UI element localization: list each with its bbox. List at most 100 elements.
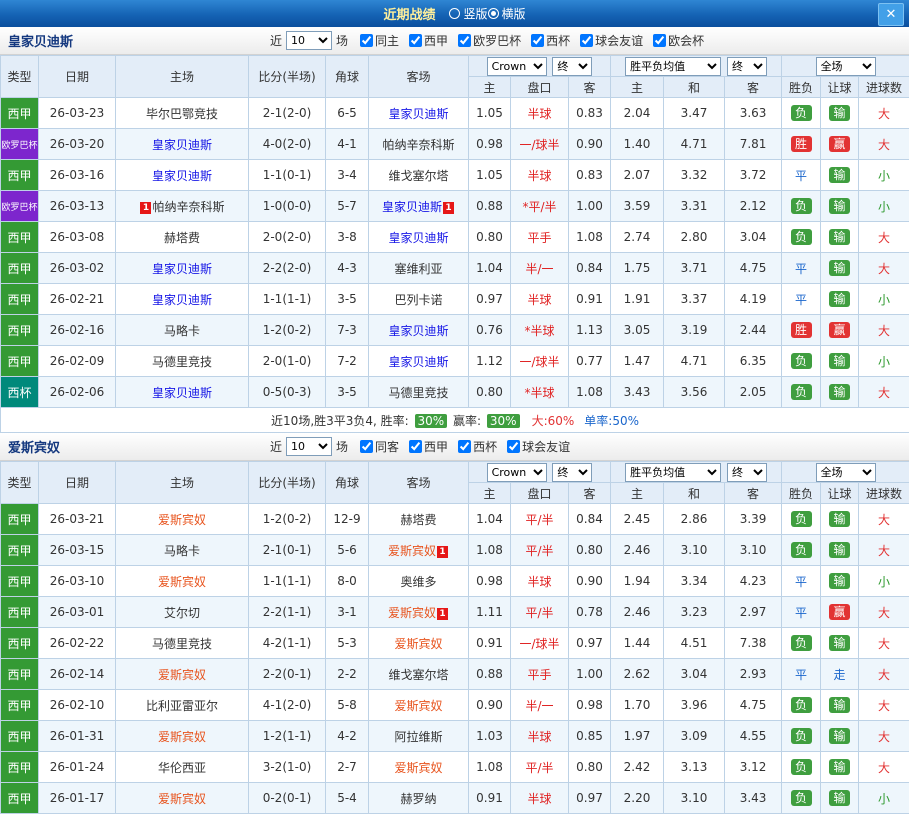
asian-handicap: 半球	[511, 98, 569, 129]
horizontal-layout-radio[interactable]: 横版	[488, 5, 526, 22]
col-home: 主场	[116, 56, 249, 98]
team-link[interactable]: 皇家贝迪斯	[388, 107, 448, 121]
match-row: 西甲26-02-10比利亚雷亚尔4-1(2-0)5-8爱斯宾奴0.90半/一0.…	[1, 690, 909, 721]
near-count-select[interactable]: 10	[286, 31, 332, 50]
goals-cell: 大	[859, 752, 909, 783]
team-link[interactable]: 阿拉维斯	[394, 730, 442, 744]
team-link[interactable]: 爱斯宾奴	[158, 575, 206, 589]
team-link[interactable]: 爱斯宾奴	[158, 513, 206, 527]
goals-cell: 大	[859, 659, 909, 690]
europe-away-odds: 2.44	[725, 315, 782, 346]
team-link[interactable]: 马略卡	[164, 544, 200, 558]
team-link[interactable]: 爱斯宾奴	[158, 792, 206, 806]
col-spread: 让球	[821, 483, 859, 504]
filter-checkbox[interactable]	[360, 34, 373, 47]
filter-checkbox[interactable]	[531, 34, 544, 47]
team-link[interactable]: 马德里竞技	[388, 386, 448, 400]
asian-home-odds: 0.91	[469, 628, 511, 659]
filter-同主[interactable]: 同主	[360, 32, 399, 49]
team-link[interactable]: 华伦西亚	[158, 761, 206, 775]
team-link[interactable]: 爱斯宾奴	[158, 668, 206, 682]
team-link[interactable]: 赫罗纳	[400, 792, 436, 806]
filter-同客[interactable]: 同客	[360, 438, 399, 455]
col-ep-home: 主	[611, 483, 664, 504]
team-link[interactable]: 皇家贝迪斯	[388, 355, 448, 369]
team-link[interactable]: 马德里竞技	[152, 637, 212, 651]
filter-欧罗巴杯[interactable]: 欧罗巴杯	[458, 32, 521, 49]
odds-company-select[interactable]: Crown	[487, 463, 547, 482]
asian-handicap: 平手	[511, 659, 569, 690]
team-link[interactable]: 爱斯宾奴	[394, 637, 442, 651]
recent-results-panel: 近期战绩 竖版横版 ✕ 皇家贝迪斯 近 10 场 同主西甲欧罗巴杯西杯球会友谊欧…	[0, 0, 909, 814]
team-link[interactable]: 马略卡	[164, 324, 200, 338]
team-link[interactable]: 毕尔巴鄂竞技	[146, 107, 218, 121]
europe-away-odds: 3.39	[725, 504, 782, 535]
europe-time-select[interactable]: 终	[727, 57, 767, 76]
away-team-cell: 皇家贝迪斯	[369, 98, 469, 129]
filter-球会友谊[interactable]: 球会友谊	[507, 438, 570, 455]
team-link[interactable]: 皇家贝迪斯	[152, 169, 212, 183]
team-link[interactable]: 皇家贝迪斯	[388, 324, 448, 338]
filter-西杯[interactable]: 西杯	[458, 438, 497, 455]
filter-checkbox[interactable]	[507, 440, 520, 453]
team-link[interactable]: 皇家贝迪斯	[382, 200, 442, 214]
scope-select[interactable]: 全场	[816, 57, 876, 76]
filter-checkbox[interactable]	[360, 440, 373, 453]
league-badge: 西甲	[1, 690, 38, 720]
asian-away-odds: 0.84	[569, 253, 611, 284]
europe-odds-select[interactable]: 胜平负均值	[625, 57, 721, 76]
odds-time-select[interactable]: 终	[552, 57, 592, 76]
filter-checkbox[interactable]	[409, 34, 422, 47]
team-link[interactable]: 帕纳辛奈科斯	[152, 200, 224, 214]
team-link[interactable]: 马德里竞技	[152, 355, 212, 369]
team-link[interactable]: 比利亚雷亚尔	[146, 699, 218, 713]
match-date: 26-01-31	[39, 721, 116, 752]
league-cell: 西甲	[1, 535, 39, 566]
team-link[interactable]: 皇家贝迪斯	[152, 293, 212, 307]
vertical-layout-radio[interactable]: 竖版	[449, 5, 487, 22]
filter-西甲[interactable]: 西甲	[409, 32, 448, 49]
filter-checkbox[interactable]	[580, 34, 593, 47]
team-link[interactable]: 维戈塞尔塔	[388, 169, 448, 183]
filter-西杯[interactable]: 西杯	[531, 32, 570, 49]
filter-checkbox[interactable]	[458, 440, 471, 453]
result-badge: 负	[791, 198, 812, 214]
team-link[interactable]: 赫塔费	[164, 231, 200, 245]
team-link[interactable]: 皇家贝迪斯	[388, 231, 448, 245]
home-team-cell: 比利亚雷亚尔	[116, 690, 249, 721]
asian-away-odds: 1.13	[569, 315, 611, 346]
close-button[interactable]: ✕	[878, 3, 904, 26]
filter-欧会杯[interactable]: 欧会杯	[653, 32, 704, 49]
team-link[interactable]: 塞维利亚	[394, 262, 442, 276]
asian-away-odds: 0.84	[569, 504, 611, 535]
filter-西甲[interactable]: 西甲	[409, 438, 448, 455]
near-count-select[interactable]: 10	[286, 437, 332, 456]
europe-odds-select[interactable]: 胜平负均值	[625, 463, 721, 482]
team-link[interactable]: 艾尔切	[164, 606, 200, 620]
team-link[interactable]: 爱斯宾奴	[158, 730, 206, 744]
filter-checkbox[interactable]	[653, 34, 666, 47]
filter-checkbox[interactable]	[458, 34, 471, 47]
col-score: 比分(半场)	[249, 56, 326, 98]
filter-checkbox[interactable]	[409, 440, 422, 453]
europe-time-select[interactable]: 终	[727, 463, 767, 482]
team-link[interactable]: 奥维多	[400, 575, 436, 589]
team-link[interactable]: 皇家贝迪斯	[152, 386, 212, 400]
team-link[interactable]: 爱斯宾奴	[388, 544, 436, 558]
team-link[interactable]: 皇家贝迪斯	[152, 138, 212, 152]
odds-company-select[interactable]: Crown	[487, 57, 547, 76]
team-link[interactable]: 爱斯宾奴	[388, 606, 436, 620]
team-link[interactable]: 爱斯宾奴	[394, 699, 442, 713]
filter-球会友谊[interactable]: 球会友谊	[580, 32, 643, 49]
team-link[interactable]: 赫塔费	[400, 513, 436, 527]
scope-select[interactable]: 全场	[816, 463, 876, 482]
odds-time-select[interactable]: 终	[552, 463, 592, 482]
asian-away-odds: 0.90	[569, 129, 611, 160]
team-link[interactable]: 爱斯宾奴	[394, 761, 442, 775]
team-link[interactable]: 皇家贝迪斯	[152, 262, 212, 276]
team-link[interactable]: 维戈塞尔塔	[388, 668, 448, 682]
asian-handicap: 平/半	[511, 535, 569, 566]
team-link[interactable]: 巴列卡诺	[394, 293, 442, 307]
team-link[interactable]: 帕纳辛奈科斯	[382, 138, 454, 152]
result-badge: 负	[791, 759, 812, 775]
